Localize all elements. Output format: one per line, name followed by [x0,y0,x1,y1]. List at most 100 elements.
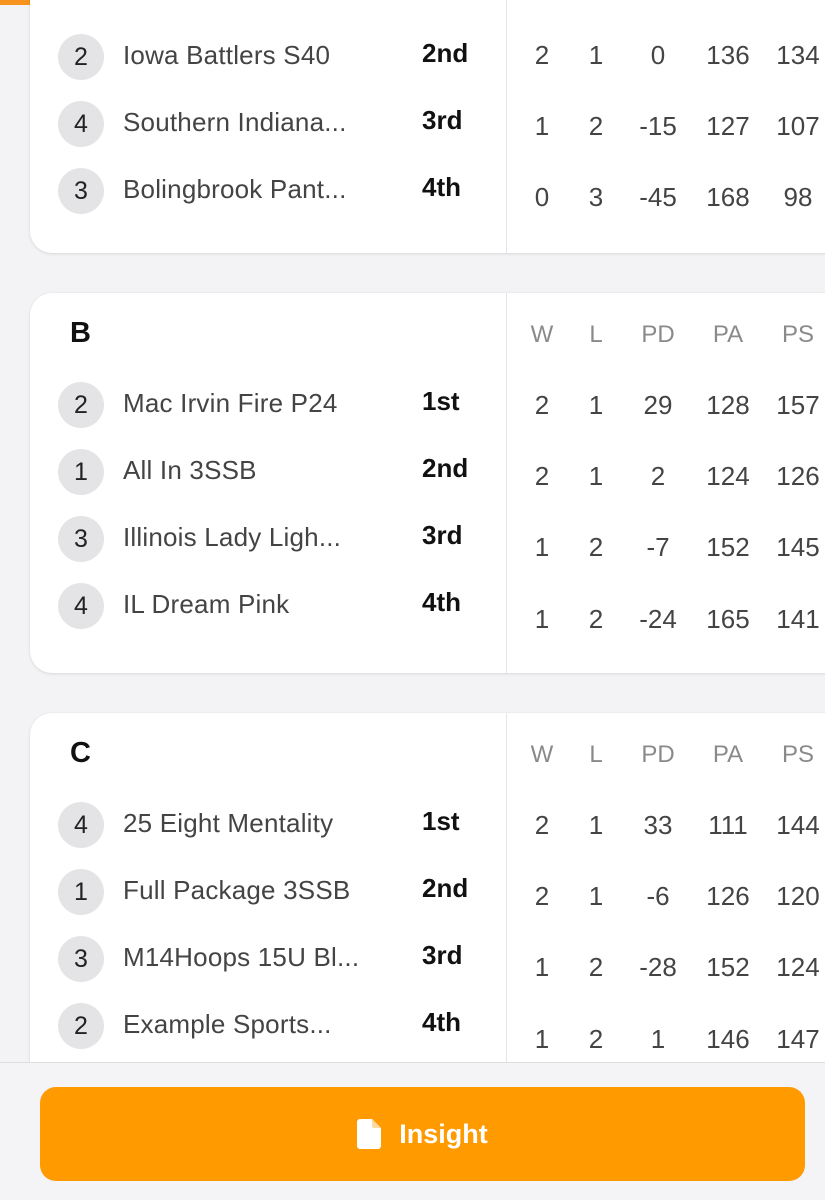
team-name[interactable]: Iowa Battlers S40 [123,40,378,71]
team-stats-row: 1 2 -24 165 141 [506,604,825,644]
stat-losses: 1 [588,810,604,840]
seed-badge: 2 [58,382,104,428]
team-place: 3rd [422,940,463,970]
seed-badge: 1 [58,449,104,495]
team-place: 2nd [422,38,469,68]
stat-points-scored: 126 [776,461,820,491]
stat-points-scored: 147 [776,1024,820,1054]
stat-point-diff: 33 [643,810,673,840]
stat-points-scored: 141 [776,604,820,634]
stat-point-diff: -45 [639,182,677,212]
header-points-scored: PS [781,741,814,768]
group-card-b: B W L PD PA PS 2 Mac Irvin Fire P24 1st … [30,293,825,673]
team-stats-row: 1 2 1 146 147 [506,1024,825,1064]
team-row[interactable]: 4 IL Dream Pink 4th [30,581,506,631]
seed-badge: 4 [58,101,104,147]
team-row[interactable]: 3 Bolingbrook Pant... 4th [30,166,506,216]
seed-badge: 2 [58,34,104,80]
stat-points-scored: 144 [776,810,820,840]
team-row[interactable]: 3 M14Hoops 15U Bl... 3rd [30,934,506,984]
bottom-action-bar: Insight [0,1062,825,1200]
team-row[interactable]: 2 Mac Irvin Fire P24 1st [30,380,506,430]
stat-point-diff: -24 [639,604,677,634]
seed-badge: 4 [58,583,104,629]
team-name[interactable]: 25 Eight Mentality [123,808,378,839]
team-stats-row: 0 3 -45 168 98 [506,182,825,222]
team-name[interactable]: Full Package 3SSB [123,875,378,906]
group-title: C [70,737,91,769]
seed-badge: 3 [58,936,104,982]
stat-points-against: 111 [708,810,748,840]
stat-point-diff: -15 [639,111,677,141]
seed-badge: 2 [58,1003,104,1049]
stats-header: W L PD PA PS [506,321,825,361]
team-place: 1st [422,806,460,836]
stat-losses: 1 [588,40,604,70]
stat-points-against: 128 [706,390,750,420]
stat-point-diff: 0 [650,40,666,70]
team-row[interactable]: 2 Example Sports... 4th [30,1001,506,1051]
insight-label: Insight [399,1118,488,1149]
team-place: 2nd [422,873,469,903]
team-name[interactable]: All In 3SSB [123,455,378,486]
team-name[interactable]: Illinois Lady Ligh... [123,522,378,553]
team-row[interactable]: 1 Full Package 3SSB 2nd [30,867,506,917]
stat-points-against: 152 [706,532,750,562]
team-row[interactable]: 3 Illinois Lady Ligh... 3rd [30,514,506,564]
team-stats-row: 2 1 -6 126 120 [506,881,825,921]
team-stats-row: 2 1 2 124 126 [506,461,825,501]
stat-losses: 3 [588,182,604,212]
stat-point-diff: 2 [650,461,666,491]
seed-badge: 3 [58,168,104,214]
stat-points-against: 168 [706,182,750,212]
stat-losses: 1 [588,390,604,420]
team-stats-row: 2 1 33 111 144 [506,810,825,850]
group-title: B [70,317,91,349]
team-name[interactable]: IL Dream Pink [123,589,378,620]
team-place: 1st [422,386,460,416]
team-name[interactable]: Mac Irvin Fire P24 [123,388,378,419]
stat-point-diff: 1 [650,1024,666,1054]
stat-points-against: 152 [706,952,750,982]
stat-losses: 2 [588,1024,604,1054]
stat-points-against: 136 [706,40,750,70]
stat-point-diff: -7 [646,532,670,562]
stat-points-against: 124 [706,461,750,491]
team-name[interactable]: M14Hoops 15U Bl... [123,942,378,973]
team-row[interactable]: 1 All In 3SSB 2nd [30,447,506,497]
team-stats-row: 2 1 29 128 157 [506,390,825,430]
stat-points-against: 126 [706,881,750,911]
stat-points-scored: 157 [776,390,820,420]
header-losses: L [589,741,603,768]
team-stats-row: 1 2 -7 152 145 [506,532,825,572]
seed-badge: 1 [58,869,104,915]
stat-losses: 2 [588,952,604,982]
header-point-diff: PD [641,321,675,348]
header-points-scored: PS [781,321,814,348]
stat-points-against: 146 [706,1024,750,1054]
stat-points-scored: 107 [776,111,820,141]
stat-point-diff: 29 [643,390,673,420]
team-place: 2nd [422,453,469,483]
stat-points-scored: 120 [776,881,820,911]
header-point-diff: PD [641,741,675,768]
header-points-against: PA [712,741,744,768]
team-name[interactable]: Example Sports... [123,1009,378,1040]
stat-points-scored: 124 [776,952,820,982]
insight-button[interactable]: Insight [40,1087,805,1181]
team-place: 4th [422,1007,461,1037]
stat-point-diff: -28 [639,952,677,982]
stat-losses: 1 [588,461,604,491]
team-place: 4th [422,172,461,202]
stat-losses: 1 [588,881,604,911]
team-row[interactable]: 4 25 Eight Mentality 1st [30,800,506,850]
stat-losses: 2 [588,532,604,562]
stat-losses: 2 [588,111,604,141]
stat-point-diff: -6 [646,881,670,911]
team-name[interactable]: Southern Indiana... [123,107,378,138]
team-row[interactable]: 4 Southern Indiana... 3rd [30,99,506,149]
team-row[interactable]: 2 Iowa Battlers S40 2nd [30,32,506,82]
team-name[interactable]: Bolingbrook Pant... [123,174,378,205]
team-place: 4th [422,587,461,617]
stats-header: W L PD PA PS [506,741,825,781]
